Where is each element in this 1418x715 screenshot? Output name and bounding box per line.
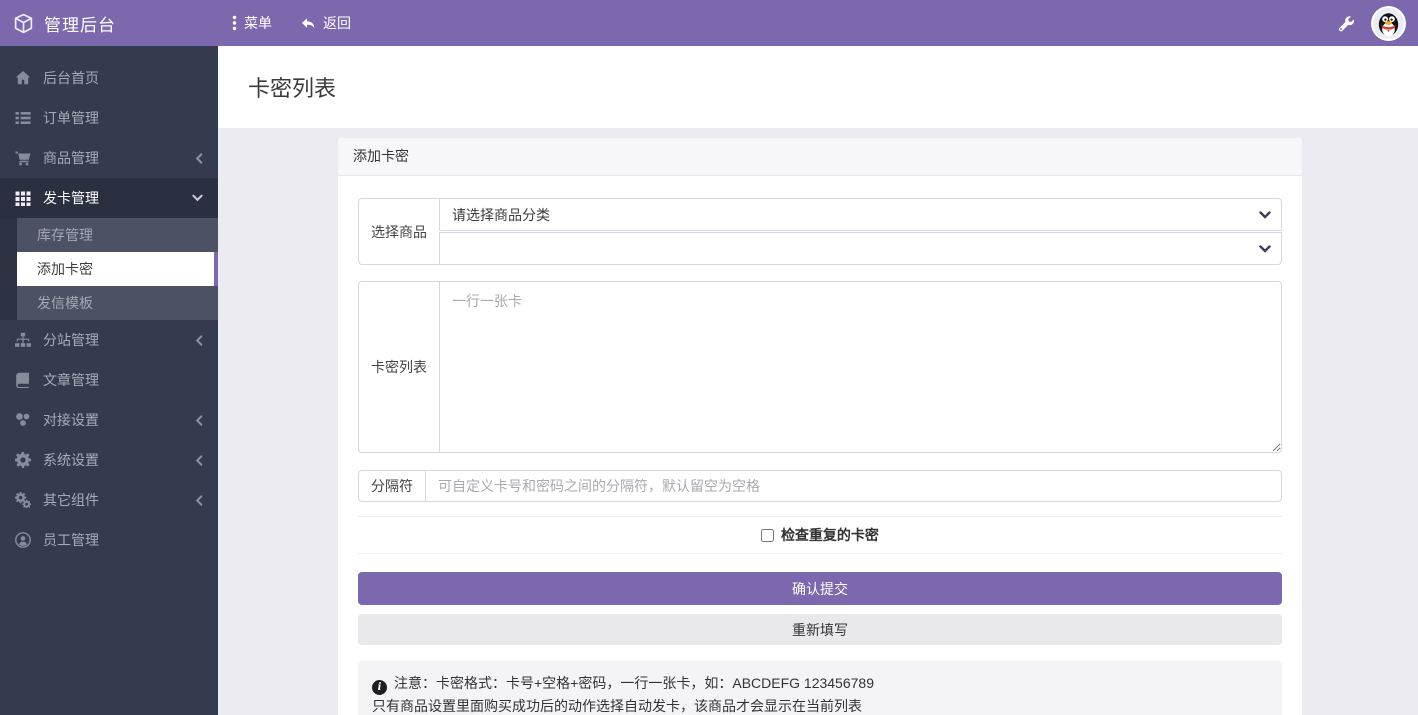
chevron-left-icon <box>195 454 203 466</box>
user-circle-icon <box>14 532 32 548</box>
note-line-2: 只有商品设置里面购买成功后的动作选择自动发卡，该商品才会显示在当前列表 <box>372 698 862 714</box>
cogs-icon <box>14 492 32 508</box>
sidebar-item-orders[interactable]: 订单管理 <box>0 98 218 138</box>
book-icon <box>14 372 32 388</box>
sidebar-item-products[interactable]: 商品管理 <box>0 138 218 178</box>
separator-input[interactable] <box>425 470 1282 502</box>
panel-body: 选择商品 请选择商品分类 卡密列表 一行一张卡 分隔符 可自定义卡号和密码之间的… <box>338 176 1302 715</box>
reset-button[interactable]: 重新填写 <box>358 614 1282 645</box>
chevron-left-icon <box>195 494 203 506</box>
separator-group: 分隔符 <box>358 470 1282 502</box>
sidebar-item-system-settings[interactable]: 系统设置 <box>0 440 218 480</box>
cart-icon <box>14 150 32 166</box>
content-area: 添加卡密 选择商品 请选择商品分类 卡密列表 一行一张卡 分隔符 可自定义卡号和… <box>218 128 1418 715</box>
sidebar-item-substations[interactable]: 分站管理 <box>0 320 218 360</box>
submenu-item-mail-template[interactable]: 发信模板 <box>17 286 218 320</box>
submenu-item-inventory[interactable]: 库存管理 <box>17 218 218 252</box>
note-box: i 注意：卡密格式：卡号+空格+密码，一行一张卡，如：ABCDEFG 123456… <box>358 661 1282 715</box>
note-line-1: i 注意：卡密格式：卡号+空格+密码，一行一张卡，如：ABCDEFG 123456… <box>372 672 1268 695</box>
category-select[interactable]: 请选择商品分类 <box>439 198 1282 231</box>
wrench-icon[interactable] <box>1338 15 1355 32</box>
home-icon <box>14 70 32 86</box>
product-select[interactable] <box>439 232 1282 265</box>
sidebar-item-articles[interactable]: 文章管理 <box>0 360 218 400</box>
sitemap-icon <box>14 332 32 348</box>
card-list-label: 卡密列表 <box>358 281 439 453</box>
chevron-left-icon <box>195 334 203 346</box>
menu-toggle[interactable]: 菜单 <box>232 13 272 33</box>
chevron-down-icon <box>192 194 203 202</box>
page-header: 卡密列表 <box>218 46 1418 128</box>
submenu-item-add-cards[interactable]: 添加卡密 <box>17 252 218 286</box>
main-area: 卡密列表 添加卡密 选择商品 请选择商品分类 卡密列表 一行一张卡 分隔符 可自… <box>218 46 1418 715</box>
chevron-left-icon <box>195 414 203 426</box>
card-list-textarea[interactable] <box>439 281 1282 453</box>
topbar-right <box>1338 5 1418 41</box>
nodes-icon <box>14 412 32 428</box>
back-link[interactable]: 返回 <box>300 13 351 33</box>
top-nav: 菜单 返回 <box>232 13 351 33</box>
gear-icon <box>14 452 32 468</box>
card-management-submenu: 库存管理 添加卡密 发信模板 <box>0 218 218 320</box>
duplicate-checkbox[interactable] <box>761 529 775 542</box>
cube-logo-icon <box>13 13 34 34</box>
duplicate-check-row: 检查重复的卡密 <box>358 516 1282 554</box>
user-avatar[interactable] <box>1371 5 1406 41</box>
product-select-label: 选择商品 <box>358 198 439 265</box>
product-select-group: 选择商品 请选择商品分类 <box>358 198 1282 265</box>
ellipsis-v-icon <box>232 15 237 31</box>
separator-label: 分隔符 <box>358 470 425 502</box>
sidebar-item-card-management[interactable]: 发卡管理 <box>0 178 218 218</box>
app-title: 管理后台 <box>44 15 116 35</box>
sidebar-item-staff[interactable]: 员工管理 <box>0 520 218 560</box>
top-bar: 管理后台 菜单 返回 <box>0 0 1418 46</box>
list-icon <box>14 110 32 126</box>
page-title: 卡密列表 <box>248 76 337 101</box>
sidebar-item-other-components[interactable]: 其它组件 <box>0 480 218 520</box>
sidebar-item-integration[interactable]: 对接设置 <box>0 400 218 440</box>
add-cards-panel: 添加卡密 选择商品 请选择商品分类 卡密列表 一行一张卡 分隔符 可自定义卡号和… <box>338 138 1302 715</box>
panel-title: 添加卡密 <box>338 138 1302 176</box>
duplicate-check-label[interactable]: 检查重复的卡密 <box>761 527 879 543</box>
reply-arrow-icon <box>300 16 316 31</box>
grid-icon <box>14 190 32 206</box>
sidebar-item-home[interactable]: 后台首页 <box>0 58 218 98</box>
info-icon: i <box>372 680 387 695</box>
brand: 管理后台 <box>0 11 218 36</box>
sidebar: 后台首页 订单管理 商品管理 发卡管理 库存管理 添加卡密 发信模板 分站管理 … <box>0 46 218 715</box>
card-list-group: 卡密列表 <box>358 281 1282 453</box>
chevron-left-icon <box>195 152 203 164</box>
submit-button[interactable]: 确认提交 <box>358 572 1282 605</box>
